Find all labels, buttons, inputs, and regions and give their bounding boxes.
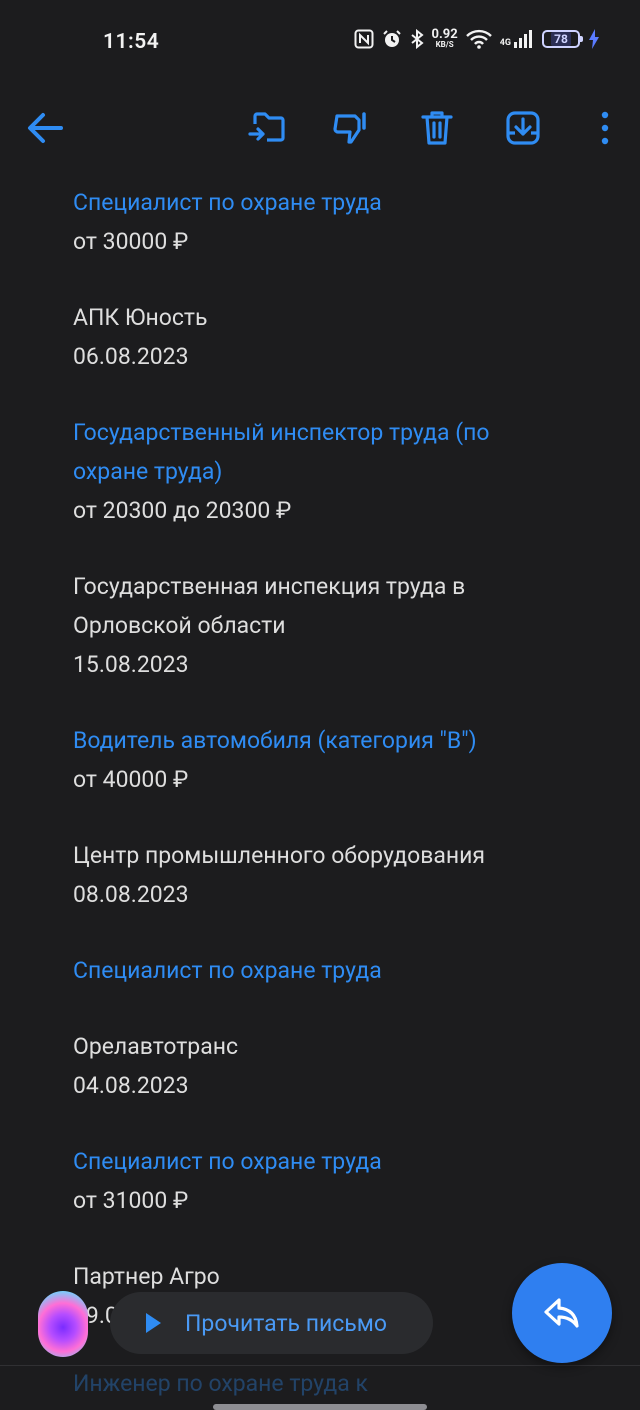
bottom-divider <box>0 1365 640 1366</box>
more-vertical-icon <box>601 111 609 145</box>
vacancy-salary: от 30000 ₽ <box>73 228 189 255</box>
listing: Водитель автомобиля (категория "B") от 4… <box>73 721 593 951</box>
thumbs-down-icon <box>333 112 366 144</box>
vacancy-title-link[interactable]: охране труда) <box>73 452 593 491</box>
more-options-button[interactable] <box>583 106 627 150</box>
read-aloud-button[interactable]: Прочитать письмо <box>110 1292 433 1354</box>
status-bar: 11:54 0.92 KB/S 4G 78 <box>0 0 640 86</box>
archive-button[interactable] <box>501 106 545 150</box>
network-speed: 0.92 KB/S <box>431 27 458 49</box>
move-to-folder-icon <box>248 112 285 142</box>
spam-button[interactable] <box>329 106 373 150</box>
vacancy-company: Государственная инспекция труда в <box>73 573 466 600</box>
listing: Специалист по охране труда Орелавтотранс… <box>73 951 593 1142</box>
listing: Специалист по охране труда от 30000 ₽ АП… <box>73 183 593 413</box>
vacancy-salary: от 20300 до 20300 ₽ <box>73 497 292 524</box>
vacancy-title-link[interactable]: Государственный инспектор труда (по <box>73 413 593 452</box>
delete-button[interactable] <box>415 106 459 150</box>
status-icons: 0.92 KB/S 4G 78 <box>354 28 600 49</box>
nfc-icon <box>354 29 374 49</box>
vacancy-date: 15.08.2023 <box>73 651 189 678</box>
wifi-icon <box>465 29 492 49</box>
vacancy-company: Орловской области <box>73 612 286 639</box>
vacancy-company: Орелавтотранс <box>73 1033 239 1060</box>
vacancy-title-link[interactable]: Специалист по охране труда <box>73 951 593 990</box>
charging-icon <box>588 28 600 49</box>
vacancy-company: Центр промышленного оборудования <box>73 842 486 869</box>
battery-indicator: 78 <box>542 29 583 48</box>
status-time: 11:54 <box>103 30 160 54</box>
alarm-icon <box>382 29 402 49</box>
vacancy-title-link[interactable]: Специалист по охране труда <box>73 1142 593 1181</box>
listing: Государственный инспектор труда (по охра… <box>73 413 593 721</box>
archive-download-icon <box>506 111 540 145</box>
vacancy-title-link-partial[interactable]: Инженер по охране труда к <box>73 1370 368 1397</box>
arrow-left-icon <box>28 113 63 143</box>
bluetooth-icon <box>410 28 424 49</box>
voice-assistant-orb[interactable] <box>38 1291 88 1357</box>
vacancy-company: Партнер Агро <box>73 1263 220 1290</box>
vacancy-date: 06.08.2023 <box>73 343 189 370</box>
email-body: Специалист по охране труда от 30000 ₽ АП… <box>73 183 593 1335</box>
reply-button[interactable] <box>512 1263 612 1363</box>
vacancy-salary: от 31000 ₽ <box>73 1187 189 1214</box>
trash-icon <box>421 111 453 145</box>
home-indicator[interactable] <box>213 1404 427 1410</box>
vacancy-company: АПК Юность <box>73 304 208 331</box>
vacancy-salary: от 40000 ₽ <box>73 766 189 793</box>
vacancy-title-link[interactable]: Водитель автомобиля (категория "B") <box>73 721 593 760</box>
cellular-signal-icon: 4G <box>500 29 534 48</box>
vacancy-date: 08.08.2023 <box>73 881 189 908</box>
vacancy-date: 04.08.2023 <box>73 1072 189 1099</box>
vacancy-title-link[interactable]: Специалист по охране труда <box>73 183 593 222</box>
reply-icon <box>544 1298 579 1328</box>
play-icon <box>146 1313 161 1333</box>
message-toolbar <box>0 96 640 160</box>
read-aloud-label: Прочитать письмо <box>185 1309 387 1337</box>
back-button[interactable] <box>23 106 67 150</box>
move-to-folder-button[interactable] <box>245 106 289 150</box>
